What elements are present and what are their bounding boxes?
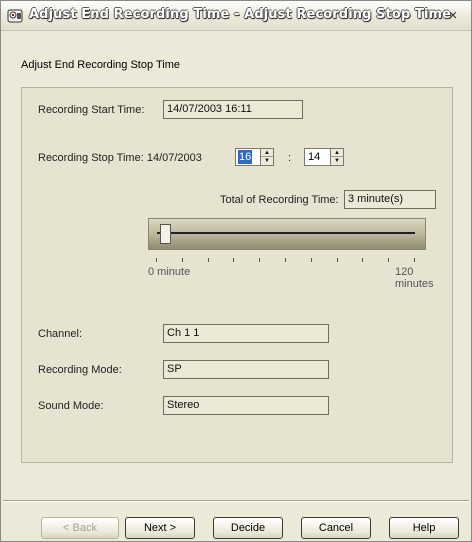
total-time-field: 3 minute(s) — [344, 190, 436, 209]
slider-min-label: 0 minute — [148, 266, 191, 278]
button-separator — [3, 500, 469, 502]
recording-mode-label: Recording Mode: — [38, 364, 122, 376]
slider-tick — [156, 258, 157, 262]
spin-up-icon[interactable]: ▲ — [261, 149, 273, 157]
spin-up-icon[interactable]: ▲ — [331, 149, 343, 157]
title-bar[interactable]: Adjust End Recording Time - Adjust Recor… — [1, 1, 471, 31]
close-icon[interactable]: × — [441, 5, 465, 27]
dialog-content: Adjust End Recording Stop Time Recording… — [21, 41, 453, 465]
slider-tick — [181, 258, 183, 262]
start-time-field: 14/07/2003 16:11 — [163, 100, 303, 119]
recorder-app-icon — [7, 8, 23, 24]
slider-track — [157, 232, 415, 234]
recording-time-slider[interactable] — [148, 218, 426, 250]
stop-minute-spinner[interactable]: 14 ▲ ▼ — [304, 148, 344, 166]
slider-tick — [310, 258, 312, 262]
slider-thumb[interactable] — [160, 224, 172, 244]
channel-label: Channel: — [38, 328, 83, 340]
slider-tick — [336, 258, 338, 262]
recording-mode-field: SP — [163, 360, 329, 379]
stop-minute-spin-buttons: ▲ ▼ — [330, 149, 343, 165]
dialog-window: Adjust End Recording Time - Adjust Recor… — [0, 0, 472, 542]
spin-down-icon[interactable]: ▼ — [261, 157, 273, 165]
stop-time-label: Recording Stop Time: 14/07/2003 — [38, 152, 202, 164]
settings-group: Recording Start Time: 14/07/2003 16:11 R… — [21, 87, 453, 463]
slider-tick — [259, 258, 261, 262]
next-button[interactable]: Next > — [125, 517, 195, 539]
stop-hour-spinner[interactable]: 16 ▲ ▼ — [235, 148, 274, 166]
slider-max-label: 120 minutes — [395, 266, 434, 290]
stop-hour-value[interactable]: 16 — [238, 150, 253, 164]
back-button[interactable]: < Back — [41, 517, 119, 539]
decide-button[interactable]: Decide — [213, 517, 283, 539]
page-heading: Adjust End Recording Stop Time — [21, 59, 180, 71]
help-button[interactable]: Help — [389, 517, 459, 539]
window-title: Adjust End Recording Time - Adjust Recor… — [29, 7, 452, 22]
time-separator: : — [288, 152, 292, 164]
slider-tick — [414, 258, 415, 262]
stop-minute-value[interactable]: 14 — [307, 150, 321, 164]
slider-tick — [207, 258, 209, 262]
sound-mode-field: Stereo — [163, 396, 329, 415]
slider-tick — [285, 258, 286, 262]
start-time-label: Recording Start Time: — [38, 104, 145, 116]
sound-mode-label: Sound Mode: — [38, 400, 104, 412]
channel-field: Ch 1 1 — [163, 324, 329, 343]
spin-down-icon[interactable]: ▼ — [331, 157, 343, 165]
slider-tick — [233, 258, 235, 262]
total-time-label: Total of Recording Time: — [220, 194, 339, 206]
stop-hour-spin-buttons: ▲ ▼ — [260, 149, 273, 165]
slider-tick — [388, 258, 390, 262]
cancel-button[interactable]: Cancel — [301, 517, 371, 539]
slider-tick — [362, 258, 364, 262]
